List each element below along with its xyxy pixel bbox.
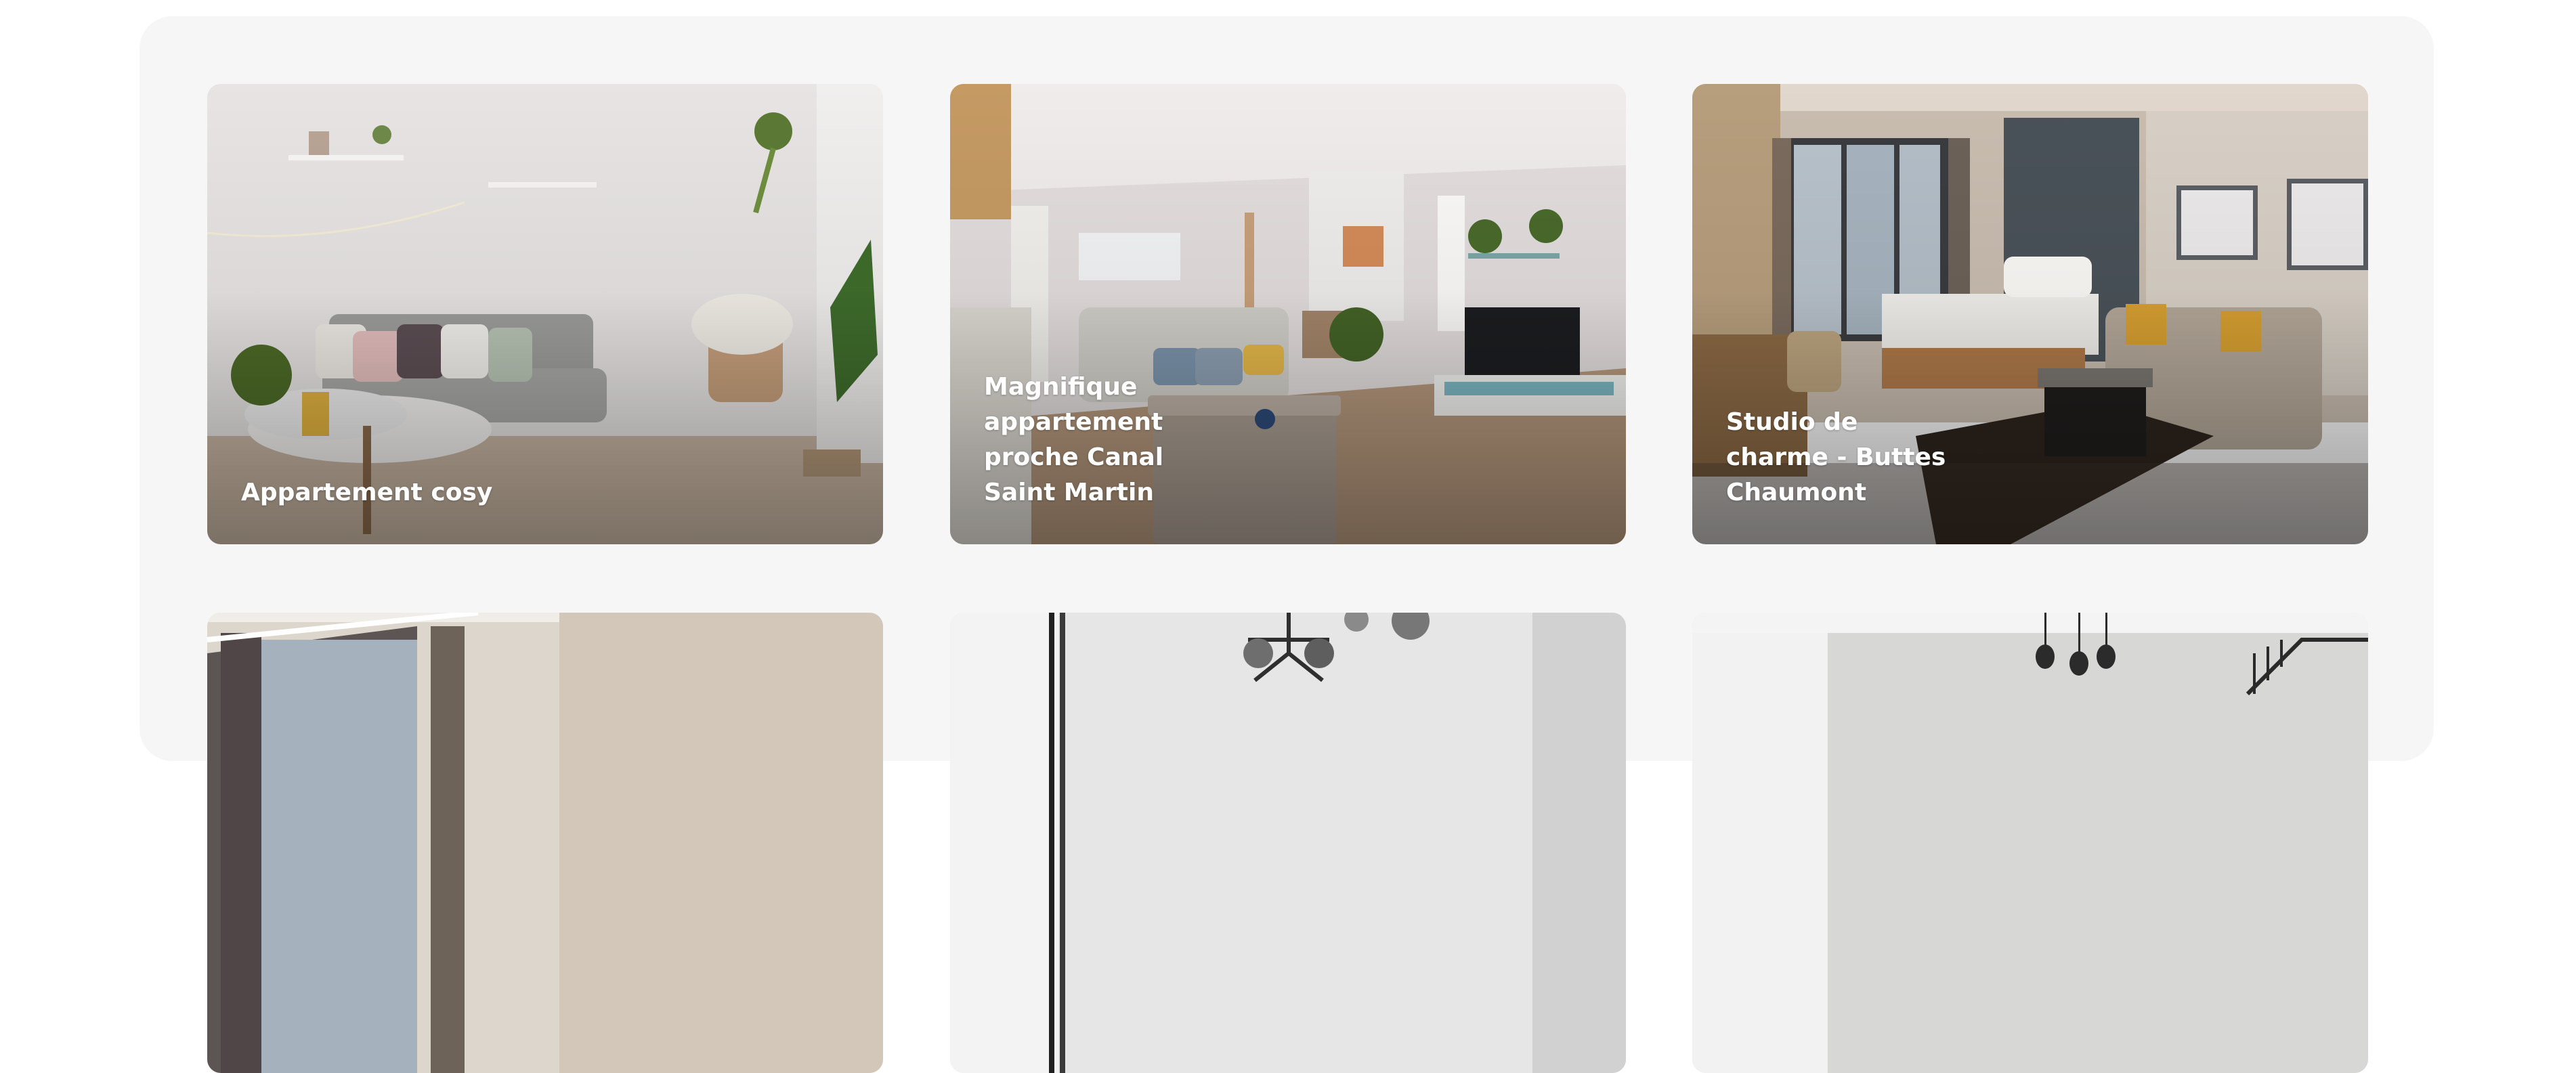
listing-title: Appartement cosy	[241, 479, 493, 506]
listing-title: Studio de charme - Buttes Chaumont	[1726, 408, 1946, 506]
listing-card-6[interactable]	[1692, 613, 2368, 1073]
listing-card-4[interactable]	[207, 613, 883, 1073]
listing-card-5[interactable]	[950, 613, 1626, 1073]
listing-card-appartement-cosy[interactable]: Appartement cosy	[207, 84, 883, 544]
listing-card-buttes-chaumont[interactable]: Studio de charme - Buttes Chaumont	[1692, 84, 2368, 544]
listing-card-canal-saint-martin[interactable]: Magnifique appartement proche Canal Sain…	[950, 84, 1626, 544]
loft-photo	[1692, 613, 2368, 1073]
dining-room-photo	[950, 613, 1626, 1073]
bedroom-photo	[207, 613, 883, 1073]
listing-title: Magnifique appartement proche Canal Sain…	[984, 373, 1164, 506]
